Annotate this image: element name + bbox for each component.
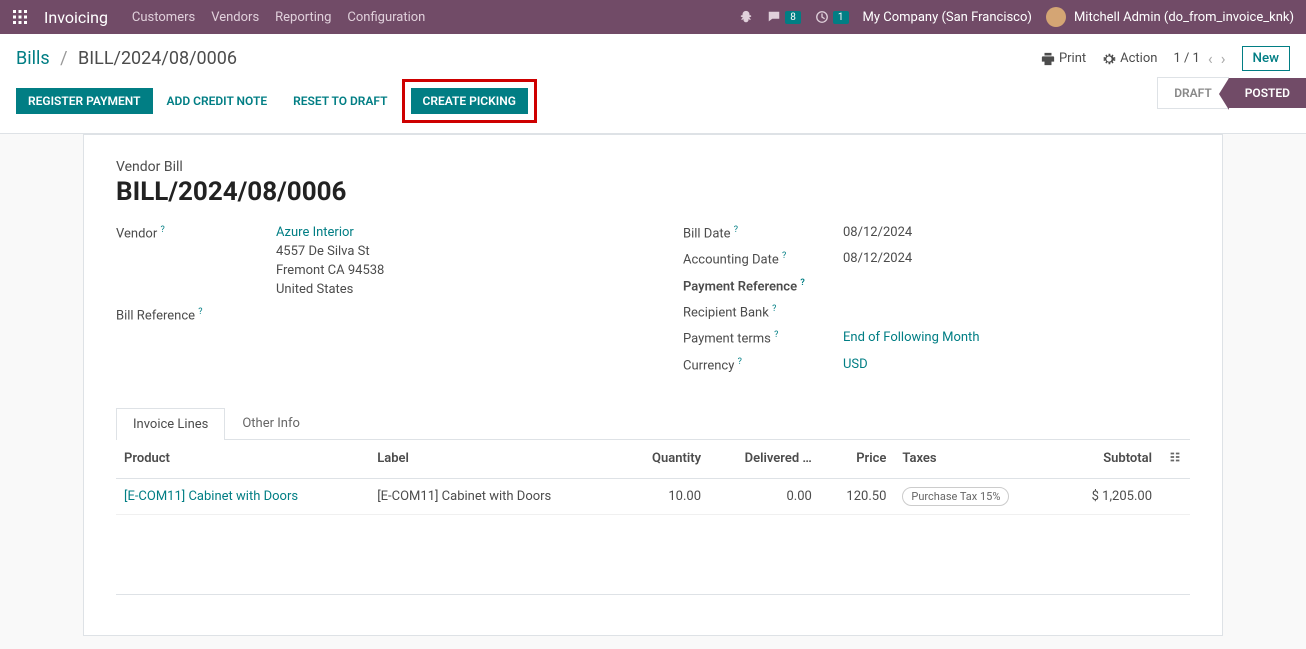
- nav-configuration[interactable]: Configuration: [347, 10, 425, 25]
- col-qty: Quantity: [622, 440, 709, 479]
- action-button[interactable]: Action: [1102, 51, 1157, 66]
- billdate-value: 08/12/2024: [843, 225, 1190, 241]
- billdate-label: Bill Date ?: [683, 225, 843, 241]
- apps-icon[interactable]: [12, 9, 28, 25]
- col-subtotal: Subtotal: [1058, 440, 1160, 479]
- clock-icon[interactable]: 1: [815, 10, 849, 24]
- chat-badge: 8: [785, 11, 801, 24]
- table-row[interactable]: [E-COM11] Cabinet with Doors [E-COM11] C…: [116, 478, 1190, 514]
- nav-reporting[interactable]: Reporting: [275, 10, 331, 25]
- reset-to-draft-button[interactable]: RESET TO DRAFT: [281, 88, 399, 114]
- tab-other-info[interactable]: Other Info: [225, 407, 317, 439]
- avatar-icon: [1046, 7, 1066, 27]
- column-settings-icon[interactable]: [1160, 440, 1190, 479]
- help-icon[interactable]: ?: [800, 278, 804, 288]
- highlight-annotation: CREATE PICKING: [402, 79, 537, 123]
- pager: 1 / 1 ‹ ›: [1173, 49, 1225, 68]
- vendor-label: Vendor ?: [116, 225, 276, 297]
- nav-customers[interactable]: Customers: [132, 10, 195, 25]
- recbank-label: Recipient Bank ?: [683, 304, 843, 320]
- col-taxes: Taxes: [894, 440, 1058, 479]
- breadcrumb: Bills / BILL/2024/08/0006: [16, 48, 237, 69]
- table-spacer: [116, 514, 1190, 594]
- currency-label: Currency ?: [683, 357, 843, 373]
- pager-count: 1 / 1: [1173, 51, 1199, 66]
- acctdate-label: Accounting Date ?: [683, 251, 843, 267]
- billref-label: Bill Reference ?: [116, 307, 276, 323]
- nav-vendors[interactable]: Vendors: [211, 10, 259, 25]
- line-label: [E-COM11] Cabinet with Doors: [369, 478, 622, 514]
- printer-icon: [1041, 52, 1055, 66]
- control-panel: Bills / BILL/2024/08/0006 Print Action 1…: [0, 34, 1306, 134]
- user-name: Mitchell Admin (do_from_invoice_knk): [1074, 10, 1294, 25]
- invoice-lines-table: Product Label Quantity Delivered … Price…: [116, 440, 1190, 595]
- help-icon[interactable]: ?: [782, 251, 786, 261]
- help-icon[interactable]: ?: [738, 357, 742, 367]
- sheet-title: BILL/2024/08/0006: [116, 177, 1190, 207]
- new-button[interactable]: New: [1242, 46, 1291, 71]
- line-delivered: 0.00: [709, 478, 820, 514]
- app-name[interactable]: Invoicing: [44, 8, 108, 27]
- help-icon[interactable]: ?: [774, 330, 778, 340]
- gear-icon: [1102, 52, 1116, 66]
- user-menu[interactable]: Mitchell Admin (do_from_invoice_knk): [1046, 7, 1294, 27]
- vendor-link[interactable]: Azure Interior: [276, 225, 354, 240]
- register-payment-button[interactable]: REGISTER PAYMENT: [16, 88, 153, 114]
- help-icon[interactable]: ?: [160, 225, 164, 235]
- tax-tag: Purchase Tax 15%: [902, 487, 1009, 506]
- print-button[interactable]: Print: [1041, 51, 1086, 66]
- product-link[interactable]: [E-COM11] Cabinet with Doors: [124, 489, 298, 504]
- payref-label: Payment Reference ?: [683, 278, 843, 294]
- pager-prev[interactable]: ‹: [1208, 49, 1213, 68]
- top-nav: Invoicing Customers Vendors Reporting Co…: [0, 0, 1306, 34]
- terms-label: Payment terms ?: [683, 330, 843, 346]
- tab-invoice-lines[interactable]: Invoice Lines: [116, 408, 225, 440]
- col-price: Price: [820, 440, 895, 479]
- company-selector[interactable]: My Company (San Francisco): [863, 10, 1032, 25]
- acctdate-value: 08/12/2024: [843, 251, 1190, 267]
- line-price: 120.50: [820, 478, 895, 514]
- form-col-left: Vendor ? Azure Interior 4557 De Silva St…: [116, 225, 623, 383]
- chat-icon[interactable]: 8: [767, 10, 801, 24]
- pager-next[interactable]: ›: [1221, 49, 1226, 68]
- line-qty: 10.00: [622, 478, 709, 514]
- form-col-right: Bill Date ? 08/12/2024 Accounting Date ?…: [683, 225, 1190, 383]
- currency-link[interactable]: USD: [843, 357, 868, 372]
- form-sheet: Vendor Bill BILL/2024/08/0006 Vendor ? A…: [83, 134, 1223, 636]
- col-delivered: Delivered …: [709, 440, 820, 479]
- col-product: Product: [116, 440, 369, 479]
- help-icon[interactable]: ?: [772, 304, 776, 314]
- status-bar: DRAFT POSTED: [1157, 77, 1306, 109]
- vendor-value: Azure Interior 4557 De Silva St Fremont …: [276, 225, 623, 297]
- sheet-subtitle: Vendor Bill: [116, 159, 1190, 175]
- breadcrumb-current: BILL/2024/08/0006: [78, 48, 237, 69]
- status-posted[interactable]: POSTED: [1229, 78, 1306, 108]
- col-label: Label: [369, 440, 622, 479]
- bug-icon[interactable]: [739, 10, 753, 24]
- tabs: Invoice Lines Other Info: [116, 407, 1190, 440]
- breadcrumb-root[interactable]: Bills: [16, 48, 50, 69]
- help-icon[interactable]: ?: [198, 307, 202, 317]
- add-credit-note-button[interactable]: ADD CREDIT NOTE: [155, 88, 280, 114]
- create-picking-button[interactable]: CREATE PICKING: [411, 88, 528, 114]
- help-icon[interactable]: ?: [734, 225, 738, 235]
- line-subtotal: $ 1,205.00: [1058, 478, 1160, 514]
- terms-link[interactable]: End of Following Month: [843, 330, 979, 345]
- clock-badge: 1: [833, 11, 849, 24]
